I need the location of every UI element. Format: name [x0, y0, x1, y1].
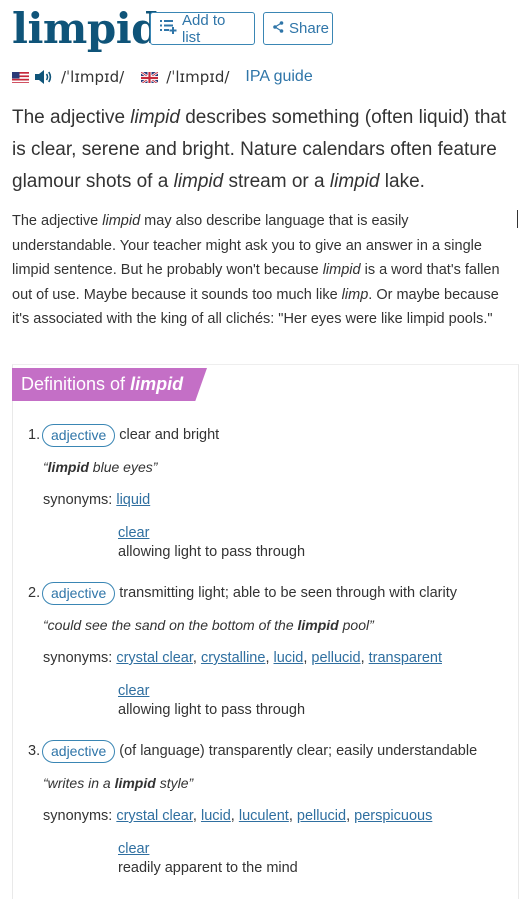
sense-header: 2. adjective transmitting light; able to…	[28, 581, 508, 605]
synonyms-row: synonyms: liquid	[43, 492, 150, 508]
synonym-link[interactable]: lucid	[201, 808, 231, 824]
uk-ipa: /ˈlɪmpɪd/	[166, 68, 230, 86]
definitions-tab-prefix: Definitions of	[21, 374, 131, 394]
definitions-tab: Definitions of limpid	[12, 368, 207, 401]
example-bold: limpid	[297, 617, 339, 633]
example-text: blue eyes”	[88, 459, 158, 475]
share-button[interactable]: Share	[263, 12, 333, 45]
short-text: stream or a	[223, 171, 330, 192]
related-word-definition: allowing light to pass through	[118, 702, 306, 718]
part-of-speech-badge[interactable]: adjective	[42, 739, 116, 763]
add-to-list-button[interactable]: Add to list	[150, 11, 255, 46]
synonym-link[interactable]: pellucid	[297, 808, 346, 824]
sense-definition: clear and bright	[119, 427, 220, 443]
share-label: Share	[289, 20, 330, 37]
synonym-link[interactable]: luculent	[239, 808, 289, 824]
long-em: limpid	[102, 213, 141, 229]
synonyms-label: synonyms:	[43, 808, 113, 824]
sense-example: “could see the sand on the bottom of the…	[43, 617, 374, 633]
example-bold: limpid	[114, 775, 156, 791]
definitions-tab-word: limpid	[130, 374, 184, 394]
synonym-link[interactable]: perspicuous	[354, 808, 432, 824]
list-add-icon	[160, 19, 182, 38]
related-word-link[interactable]: clear	[118, 683, 149, 699]
part-of-speech-badge[interactable]: adjective	[42, 581, 116, 605]
synonyms-label: synonyms:	[43, 650, 113, 666]
short-em: limpid	[130, 107, 180, 128]
related-word-definition: readily apparent to the mind	[118, 860, 298, 876]
sense-definition: transmitting light; able to be seen thro…	[119, 585, 457, 601]
long-text: The adjective	[12, 213, 103, 229]
definition-sense-3: 3. adjective (of language) transparently…	[28, 739, 508, 884]
related-word-link[interactable]: clear	[118, 525, 149, 541]
synonym-link[interactable]: pellucid	[311, 650, 360, 666]
example-bold: limpid	[47, 459, 89, 475]
related-word-definition: allowing light to pass through	[118, 544, 306, 560]
us-flag-icon[interactable]	[12, 71, 29, 83]
long-em: limpid	[322, 262, 361, 278]
synonyms-label: synonyms:	[43, 492, 113, 508]
word-header: limpid	[12, 4, 161, 54]
example-text: style”	[155, 775, 194, 791]
synonym-link[interactable]: transparent	[369, 650, 442, 666]
synonyms-row: synonyms: crystal clear, crystalline, lu…	[43, 650, 442, 666]
pronunciation-bar: /ˈlɪmpɪd/ /ˈlɪmpɪd/ IPA guide	[12, 64, 313, 90]
part-of-speech-badge[interactable]: adjective	[42, 423, 116, 447]
speaker-icon[interactable]	[35, 69, 54, 85]
long-description: The adjective limpid may also describe l…	[12, 209, 512, 332]
sense-definition: (of language) transparently clear; easil…	[119, 743, 478, 759]
sense-header: 3. adjective (of language) transparently…	[28, 739, 508, 763]
sense-example: “limpid blue eyes”	[43, 459, 157, 475]
sense-number: 3.	[28, 743, 41, 759]
example-text: “could see the sand on the bottom of the	[43, 617, 298, 633]
short-em: limpid	[173, 171, 224, 192]
example-text: pool”	[338, 617, 374, 633]
ipa-guide-link[interactable]: IPA guide	[245, 68, 312, 86]
sense-example: “writes in a limpid style”	[43, 775, 193, 791]
synonym-link[interactable]: liquid	[116, 492, 150, 508]
synonym-link[interactable]: crystalline	[201, 650, 265, 666]
example-text: “writes in a	[43, 775, 115, 791]
synonyms-row: synonyms: crystal clear, lucid, luculent…	[43, 808, 433, 824]
short-description: The adjective limpid describes something…	[12, 102, 512, 198]
definition-sense-2: 2. adjective transmitting light; able to…	[28, 581, 508, 726]
synonym-link[interactable]: crystal clear	[116, 808, 193, 824]
uk-flag-icon[interactable]	[141, 71, 159, 83]
share-icon	[273, 20, 289, 37]
related-word-link[interactable]: clear	[118, 841, 149, 857]
long-em: limp	[341, 286, 369, 303]
short-em: limpid	[329, 171, 380, 192]
definition-sense-1: 1. adjective clear and bright “limpid bl…	[28, 423, 508, 568]
add-to-list-label: Add to list	[182, 11, 226, 46]
short-text: lake.	[379, 171, 425, 192]
short-text: The adjective	[12, 107, 131, 128]
page-title: limpid	[12, 4, 161, 53]
sense-header: 1. adjective clear and bright	[28, 423, 508, 447]
sense-number: 2.	[28, 585, 41, 601]
sense-number: 1.	[28, 427, 41, 443]
synonym-link[interactable]: lucid	[274, 650, 304, 666]
us-ipa: /ˈlɪmpɪd/	[61, 68, 125, 86]
synonym-link[interactable]: crystal clear	[116, 650, 193, 666]
